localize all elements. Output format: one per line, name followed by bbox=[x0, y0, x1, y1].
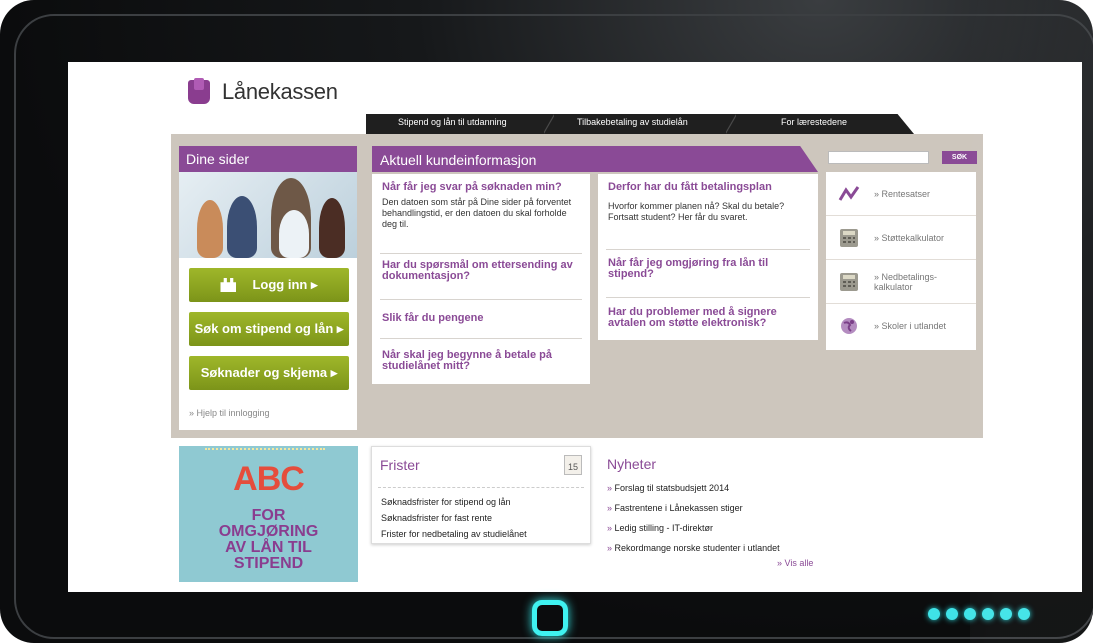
brand-name: Lånekassen bbox=[222, 79, 338, 104]
indicator-dot bbox=[964, 608, 976, 620]
news-link[interactable]: Fastrentene i Lånekassen stiger bbox=[607, 503, 743, 513]
info-question: Slik får du pengene bbox=[382, 312, 484, 324]
indicator-dot bbox=[928, 608, 940, 620]
globe-icon bbox=[841, 318, 857, 334]
hjelp-innlogging-link[interactable]: » Hjelp til innlogging bbox=[189, 408, 270, 418]
info-item[interactable]: Har du spørsmål om ettersending av dokum… bbox=[382, 260, 580, 282]
info-question: Har du problemer med å signere avtalen o… bbox=[608, 306, 777, 329]
logg-inn-button[interactable]: Logg inn ▸ bbox=[189, 268, 349, 302]
frister-link[interactable]: Søknadsfrister for stipend og lån bbox=[381, 497, 511, 507]
news-link[interactable]: Ledig stilling - IT-direktør bbox=[607, 523, 714, 533]
nav-tilbakebetaling[interactable]: Tilbakebetaling av studielån bbox=[577, 117, 688, 127]
search-input[interactable] bbox=[828, 151, 929, 164]
logo-icon bbox=[188, 78, 212, 106]
promo-line: AV LÅN TIL bbox=[225, 539, 312, 556]
quicklink-label: » Nedbetalings- kalkulator bbox=[874, 271, 938, 292]
promo-line: STIPEND bbox=[233, 555, 304, 572]
quicklink-label: » Skoler i utlandet bbox=[874, 321, 947, 331]
search-button[interactable]: SØK bbox=[942, 151, 977, 164]
info-question: Har du spørsmål om ettersending av dokum… bbox=[382, 259, 573, 282]
calendar-icon: 15 bbox=[564, 455, 582, 475]
divider bbox=[380, 253, 582, 254]
calculator-icon bbox=[840, 228, 858, 247]
nav-divider bbox=[726, 114, 736, 134]
frister-link[interactable]: Søknadsfrister for fast rente bbox=[381, 513, 492, 523]
quicklink-nedbetalingskalkulator[interactable]: » Nedbetalings- kalkulator bbox=[826, 260, 976, 304]
info-item[interactable]: Derfor har du fått betalingsplan Hvorfor… bbox=[608, 182, 808, 223]
nav-larestedene[interactable]: For lærestedene bbox=[781, 117, 847, 127]
quicklink-skoler-utlandet[interactable]: » Skoler i utlandet bbox=[826, 304, 976, 348]
rate-chart-icon bbox=[838, 185, 860, 201]
news-link[interactable]: Rekordmange norske studenter i utlandet bbox=[607, 543, 780, 553]
quicklink-stottekalkulator[interactable]: » Støttekalkulator bbox=[826, 216, 976, 260]
quicklink-label: » Støttekalkulator bbox=[874, 232, 945, 243]
info-item[interactable]: Har du problemer med å signere avtalen o… bbox=[608, 307, 808, 329]
soknader-skjema-button[interactable]: Søknader og skjema ▸ bbox=[189, 356, 349, 390]
sok-stipend-button[interactable]: Søk om stipend og lån ▸ bbox=[189, 312, 349, 346]
omgjoring-promo-banner[interactable]: ABC FOR OMGJØRING AV LÅN TIL STIPEND bbox=[179, 446, 358, 582]
info-item[interactable]: Slik får du pengene bbox=[382, 313, 580, 324]
aktuell-title: Aktuell kundeinformasjon bbox=[380, 152, 537, 168]
calculator-icon bbox=[840, 272, 858, 291]
nav-stipend[interactable]: Stipend og lån til utdanning bbox=[398, 117, 507, 127]
aktuell-column-right: Derfor har du fått betalingsplan Hvorfor… bbox=[598, 174, 818, 340]
dine-sider-title: Dine sider bbox=[179, 146, 357, 172]
promo-abc: ABC bbox=[179, 460, 358, 499]
divider bbox=[380, 338, 582, 339]
info-item[interactable]: Når skal jeg begynne å betale på studiel… bbox=[382, 350, 580, 372]
news-link[interactable]: Forslag til statsbudsjett 2014 bbox=[607, 483, 730, 493]
nav-divider bbox=[544, 114, 554, 134]
divider bbox=[606, 249, 810, 250]
aktuell-header: Aktuell kundeinformasjon bbox=[372, 146, 818, 172]
indicator-dot bbox=[1000, 608, 1012, 620]
quicklink-label: » Rentesatser bbox=[874, 188, 931, 199]
tablet-indicator-dots bbox=[928, 608, 1030, 620]
indicator-dot bbox=[946, 608, 958, 620]
tablet-screen: Lånekassen Stipend og lån til utdanning … bbox=[68, 62, 1082, 592]
dine-sider-panel: Dine sider Logg inn ▸ Søk om stipend og … bbox=[179, 146, 357, 430]
castle-icon bbox=[220, 278, 237, 292]
info-answer: Den datoen som står på Dine sider på for… bbox=[382, 197, 572, 229]
indicator-dot bbox=[982, 608, 994, 620]
vis-alle-link[interactable]: » Vis alle bbox=[777, 558, 813, 568]
info-item[interactable]: Når får jeg omgjøring fra lån til stipen… bbox=[608, 258, 808, 280]
frister-box: Frister 15 Søknadsfrister for stipend og… bbox=[371, 446, 591, 544]
decorative-border bbox=[205, 448, 325, 450]
promo-line: FOR bbox=[251, 507, 286, 524]
frister-title: Frister bbox=[380, 457, 420, 473]
info-answer: Hvorfor kommer planen nå? Skal du betale… bbox=[608, 201, 785, 222]
divider bbox=[378, 487, 584, 488]
info-question: Når får jeg omgjøring fra lån til stipen… bbox=[608, 257, 769, 280]
divider bbox=[606, 297, 810, 298]
promo-abc-text: ABC bbox=[233, 460, 305, 498]
quicklinks-panel: » Rentesatser » Støttekalkulator » Nedbe… bbox=[826, 172, 976, 350]
promo-line: OMGJØRING bbox=[218, 523, 319, 540]
nyheter-title: Nyheter bbox=[607, 456, 657, 472]
indicator-dot bbox=[1018, 608, 1030, 620]
info-question: Når får jeg svar på søknaden min? bbox=[382, 181, 562, 193]
info-question: Når skal jeg begynne å betale på studiel… bbox=[382, 349, 552, 372]
info-item[interactable]: Når får jeg svar på søknaden min? Den da… bbox=[382, 182, 580, 230]
aktuell-column-left: Når får jeg svar på søknaden min? Den da… bbox=[372, 174, 590, 384]
divider bbox=[380, 299, 582, 300]
info-question: Derfor har du fått betalingsplan bbox=[608, 181, 772, 193]
main-nav: Stipend og lån til utdanning Tilbakebeta… bbox=[366, 114, 914, 134]
lanekassen-logo[interactable]: Lånekassen bbox=[188, 78, 338, 106]
tablet-home-button[interactable] bbox=[532, 600, 568, 636]
students-photo bbox=[179, 172, 357, 258]
frister-link[interactable]: Frister for nedbetaling av studielånet bbox=[381, 529, 527, 539]
logg-inn-label: Logg inn ▸ bbox=[252, 277, 318, 292]
quicklink-rentesatser[interactable]: » Rentesatser bbox=[826, 172, 976, 216]
